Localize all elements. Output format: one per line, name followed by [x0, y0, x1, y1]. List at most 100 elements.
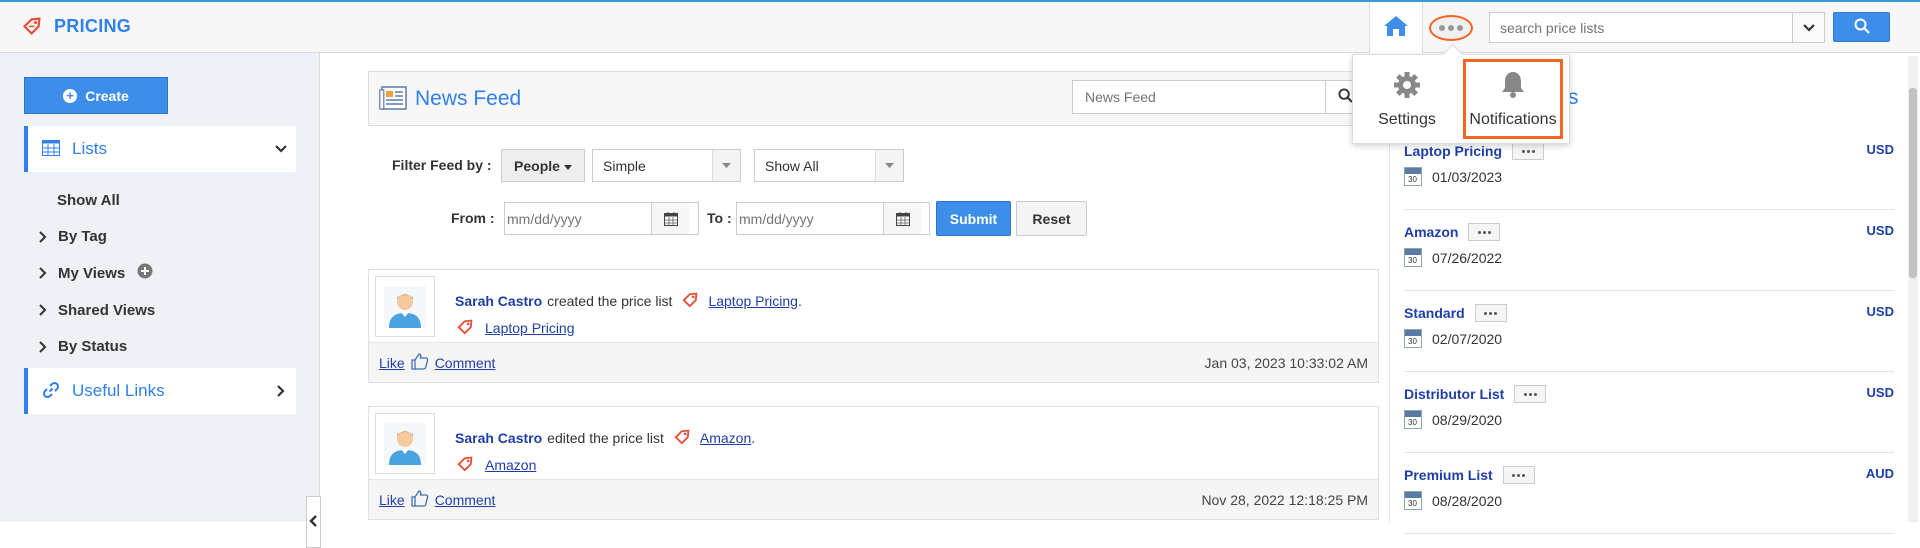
price-list-name[interactable]: Standard — [1404, 305, 1465, 321]
thumbs-up-icon[interactable] — [411, 352, 429, 373]
avatar — [375, 413, 435, 474]
dot — [1457, 25, 1463, 31]
collapse-sidebar-button[interactable] — [306, 496, 321, 548]
scrollbar-thumb[interactable] — [1909, 88, 1917, 278]
sidebar-item-my-views[interactable]: My Views — [38, 255, 155, 292]
timestamp: Jan 03, 2023 10:33:02 AM — [1204, 354, 1368, 371]
more-options-button[interactable] — [1468, 223, 1501, 241]
people-filter-button[interactable]: People — [501, 149, 585, 182]
chevron-down-icon[interactable] — [266, 144, 296, 154]
caret-down-icon — [875, 150, 903, 181]
price-tag-icon — [455, 452, 477, 477]
useful-links-label: Useful Links — [72, 381, 165, 400]
price-list-name-row: Premium List — [1404, 466, 1535, 484]
sidebar-item-show-all[interactable]: Show All — [38, 182, 155, 219]
search-icon[interactable] — [1338, 88, 1353, 106]
useful-links-panel[interactable]: Useful Links — [24, 368, 296, 414]
more-options-popup: Settings Notifications — [1352, 54, 1570, 144]
currency: AUD — [1865, 466, 1894, 481]
user-link[interactable]: Sarah Castro — [455, 293, 542, 309]
create-label: Create — [85, 87, 129, 104]
price-list-name-row: Standard — [1404, 304, 1507, 322]
from-date-input[interactable] — [505, 209, 651, 228]
price-list-item: Distributor List 30 08/29/2020 USD — [1404, 373, 1894, 453]
brand[interactable]: PRICING — [20, 12, 131, 41]
price-list-date-row: 30 08/29/2020 — [1404, 410, 1502, 429]
search-input[interactable] — [1490, 13, 1792, 42]
search-button[interactable] — [1833, 12, 1890, 42]
plus-icon: + — [63, 88, 78, 103]
search-dropdown-toggle[interactable] — [1792, 13, 1824, 42]
home-icon — [1383, 14, 1409, 41]
calendar-icon[interactable] — [651, 203, 689, 234]
settings-menu-item[interactable]: Settings — [1357, 61, 1457, 137]
bell-icon — [1499, 70, 1527, 105]
user-link[interactable]: Sarah Castro — [455, 430, 542, 446]
chevron-right-icon — [38, 304, 58, 316]
price-list-link[interactable]: Amazon — [485, 457, 536, 473]
link-icon — [42, 381, 60, 402]
home-button[interactable] — [1369, 2, 1423, 53]
sidebar-item-by-tag[interactable]: By Tag — [38, 219, 155, 256]
price-list-date-row: 30 08/28/2020 — [1404, 491, 1502, 510]
more-options-button[interactable] — [1429, 15, 1473, 41]
like-link[interactable]: Like — [379, 492, 405, 508]
feed-show-value: Show All — [765, 157, 819, 174]
calendar-icon[interactable] — [883, 203, 921, 234]
calendar-icon: 30 — [1404, 491, 1422, 510]
period: . — [797, 292, 802, 309]
add-view-icon[interactable] — [137, 263, 153, 283]
comment-link[interactable]: Comment — [435, 492, 496, 508]
price-list-item: Standard 30 02/07/2020 USD — [1404, 292, 1894, 372]
price-list-name[interactable]: Laptop Pricing — [1404, 143, 1502, 159]
price-list-item: Amazon 30 07/26/2022 USD — [1404, 211, 1894, 291]
price-list-name[interactable]: Amazon — [1404, 224, 1458, 240]
from-label: From : — [451, 210, 495, 226]
notifications-label: Notifications — [1469, 110, 1557, 128]
price-list-name[interactable]: Premium List — [1404, 467, 1493, 483]
price-list-link[interactable]: Amazon — [700, 430, 751, 446]
calendar-icon: 30 — [1404, 248, 1422, 267]
more-options-button[interactable] — [1474, 304, 1507, 322]
chevron-right-icon[interactable] — [266, 384, 296, 398]
currency: USD — [1866, 304, 1894, 319]
currency: USD — [1866, 223, 1894, 238]
to-date-field — [736, 202, 930, 235]
notifications-menu-item[interactable]: Notifications — [1463, 59, 1563, 139]
to-date-input[interactable] — [737, 209, 883, 228]
lists-submenu: Show All By Tag My Views Shared Views By… — [38, 182, 155, 365]
comment-link[interactable]: Comment — [435, 355, 496, 371]
price-list-link[interactable]: Laptop Pricing — [708, 293, 798, 309]
feed-show-select[interactable]: Show All — [754, 149, 904, 182]
price-list-name-row: Laptop Pricing — [1404, 142, 1544, 160]
price-list-date: 08/28/2020 — [1432, 492, 1503, 509]
create-button[interactable]: + Create — [24, 77, 168, 114]
price-list-link[interactable]: Laptop Pricing — [485, 320, 575, 336]
caret-down-icon — [712, 150, 740, 181]
news-feed-icon — [379, 85, 407, 114]
more-options-button[interactable] — [1502, 466, 1535, 484]
to-label: To : — [707, 210, 732, 226]
from-date-field — [504, 202, 699, 235]
reset-button[interactable]: Reset — [1016, 201, 1087, 236]
price-list-name[interactable]: Distributor List — [1404, 386, 1504, 402]
like-link[interactable]: Like — [379, 355, 405, 371]
calendar-icon: 30 — [1404, 410, 1422, 429]
chevron-down-icon — [1802, 20, 1816, 36]
feed-type-select[interactable]: Simple — [592, 149, 741, 182]
more-options-button[interactable] — [1514, 385, 1547, 403]
lists-panel[interactable]: Lists — [24, 126, 296, 172]
price-list-search — [1489, 12, 1825, 43]
avatar — [375, 276, 435, 337]
sidebar-item-by-status[interactable]: By Status — [38, 328, 155, 365]
thumbs-up-icon[interactable] — [411, 489, 429, 510]
feed-entry-summary: Sarah Castro created the price list Lapt… — [455, 288, 802, 313]
news-feed-search-input[interactable] — [1073, 88, 1325, 106]
submit-button[interactable]: Submit — [936, 201, 1011, 236]
scrollbar[interactable] — [1908, 56, 1918, 522]
chevron-right-icon — [38, 231, 58, 243]
sidebar-item-label: By Status — [58, 338, 128, 356]
more-options-button[interactable] — [1512, 142, 1544, 160]
sidebar-item-label: My Views — [58, 264, 126, 282]
sidebar-item-shared-views[interactable]: Shared Views — [38, 292, 155, 329]
